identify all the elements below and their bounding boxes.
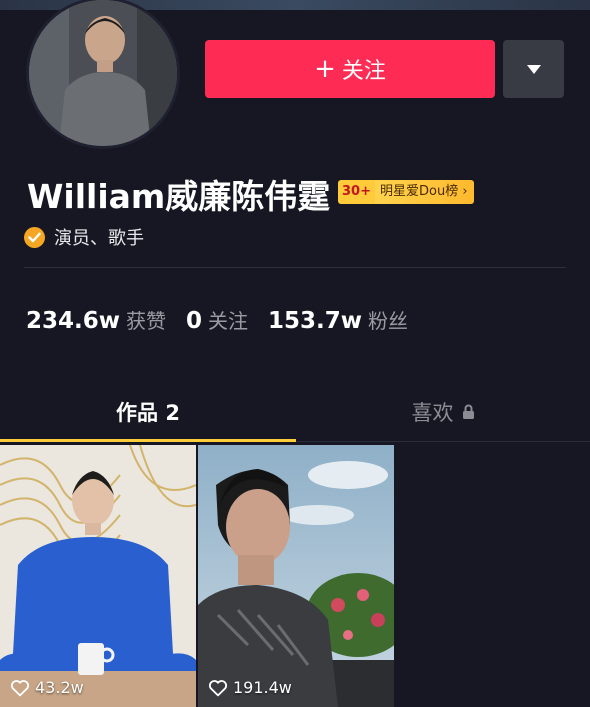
video-thumbnail[interactable]: 43.2w bbox=[0, 445, 196, 707]
follow-label: 关注 bbox=[341, 59, 386, 84]
tab-works-label: 作品 2 bbox=[116, 401, 180, 425]
stat-following-label: 关注 bbox=[208, 309, 249, 333]
profile-role: 演员、歌手 bbox=[54, 228, 144, 249]
stat-followers-value: 153.7w bbox=[268, 308, 363, 334]
tab-likes[interactable]: 喜欢 bbox=[296, 392, 590, 432]
divider bbox=[24, 267, 566, 268]
video-like-count-value: 191.4w bbox=[233, 678, 292, 697]
tab-works[interactable]: 作品 2 bbox=[0, 392, 296, 432]
video-thumbnail[interactable]: 191.4w bbox=[198, 445, 394, 707]
stats-row: 234.6w 获赞 0 关注 153.7w 粉丝 bbox=[26, 305, 428, 334]
stat-followers[interactable]: 153.7w 粉丝 bbox=[268, 305, 408, 334]
stat-likes-value: 234.6w bbox=[26, 308, 120, 334]
video-thumbnail-image bbox=[0, 445, 196, 707]
profile-role-row: 演员、歌手 bbox=[24, 224, 144, 250]
stat-following[interactable]: 0 关注 bbox=[186, 305, 248, 334]
lock-icon bbox=[462, 404, 474, 419]
video-like-count-value: 43.2w bbox=[35, 678, 84, 697]
avatar-image bbox=[29, 0, 177, 146]
star-rank-badge[interactable]: 30+ 明星爱Dou榜 › bbox=[338, 180, 474, 204]
tab-likes-label: 喜欢 bbox=[411, 401, 454, 425]
stat-following-value: 0 bbox=[186, 308, 203, 334]
avatar[interactable] bbox=[29, 0, 177, 146]
heart-outline-icon bbox=[208, 679, 228, 696]
rank-label: 明星爱Dou榜 › bbox=[374, 180, 474, 204]
more-options-button[interactable] bbox=[503, 40, 564, 98]
rank-number: 30+ bbox=[338, 180, 375, 204]
triangle-down-icon bbox=[526, 64, 541, 74]
video-like-count: 43.2w bbox=[10, 678, 84, 697]
stat-followers-label: 粉丝 bbox=[368, 309, 409, 333]
active-tab-indicator bbox=[0, 439, 296, 442]
check-circle-icon bbox=[24, 226, 45, 248]
stat-likes[interactable]: 234.6w 获赞 bbox=[26, 305, 166, 334]
video-thumbnail-image bbox=[198, 445, 394, 707]
tab-divider bbox=[296, 441, 590, 442]
heart-outline-icon bbox=[10, 679, 30, 696]
stat-likes-label: 获赞 bbox=[126, 309, 166, 333]
profile-name: William威廉陈伟霆 bbox=[27, 177, 331, 216]
follow-button[interactable]: + 关注 bbox=[205, 40, 495, 98]
plus-icon: + bbox=[314, 54, 336, 84]
video-like-count: 191.4w bbox=[208, 678, 292, 697]
